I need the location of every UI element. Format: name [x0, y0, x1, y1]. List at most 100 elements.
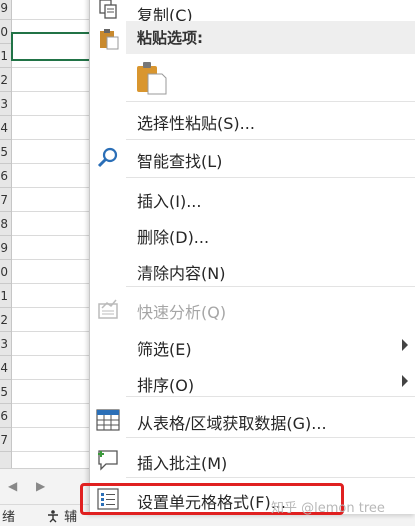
separator — [126, 286, 415, 287]
paste-icon — [137, 62, 167, 95]
menu-item-get-data-label: 从表格/区域获取数据(G)... — [137, 414, 327, 433]
submenu-arrow-icon — [402, 339, 408, 351]
row-header[interactable]: 8 — [0, 212, 11, 236]
quick-analysis-icon — [94, 295, 122, 323]
scroll-left-icon[interactable]: ◀ — [8, 479, 17, 493]
cell-row[interactable] — [12, 188, 92, 212]
cell-row[interactable] — [12, 356, 92, 380]
cell-row[interactable] — [12, 428, 92, 452]
menu-item-clear-contents[interactable]: 清除内容(N) — [90, 252, 415, 288]
row-header[interactable]: 6 — [0, 164, 11, 188]
paste-option-button[interactable] — [134, 60, 168, 96]
cell-row[interactable] — [12, 140, 92, 164]
separator — [126, 437, 415, 438]
active-cell[interactable] — [11, 32, 91, 61]
row-header-label: 0 — [0, 25, 8, 39]
row-header-label: 5 — [0, 145, 8, 159]
row-header[interactable]: 5 — [0, 380, 11, 404]
row-header[interactable]: 9 — [0, 236, 11, 260]
cell-row[interactable] — [12, 332, 92, 356]
menu-item-paste-special-label: 选择性粘贴(S)... — [137, 114, 255, 133]
cell-row[interactable] — [12, 380, 92, 404]
menu-item-smart-lookup[interactable]: 智能查找(L) — [90, 140, 415, 176]
cell-row[interactable] — [12, 236, 92, 260]
row-header[interactable]: 1 — [0, 284, 11, 308]
menu-item-quick-analysis-label: 快速分析(Q) — [137, 303, 227, 322]
row-header-label: 6 — [0, 169, 8, 183]
row-header-label: 2 — [0, 73, 8, 87]
row-header-label: 4 — [0, 121, 8, 135]
menu-item-filter-label: 筛选(E) — [137, 340, 192, 359]
menu-item-sort[interactable]: 排序(O) — [90, 364, 415, 400]
row-header-label: 1 — [0, 289, 8, 303]
cell-row[interactable] — [12, 116, 92, 140]
menu-item-clear-contents-label: 清除内容(N) — [137, 264, 226, 283]
cell-row[interactable] — [12, 404, 92, 428]
row-header[interactable]: 5 — [0, 140, 11, 164]
watermark: 知乎 @lemon tree — [271, 501, 385, 516]
row-headers: 9 0 1 2 3 4 5 6 7 8 9 0 1 2 3 4 5 6 7 — [0, 0, 12, 468]
cell-row[interactable] — [12, 68, 92, 92]
menu-item-sort-label: 排序(O) — [137, 376, 195, 395]
row-header[interactable]: 3 — [0, 92, 11, 116]
menu-item-quick-analysis: 快速分析(Q) — [90, 291, 415, 327]
row-header[interactable]: 2 — [0, 308, 11, 332]
accessibility-icon — [48, 510, 58, 523]
row-header-label: 9 — [0, 241, 8, 255]
clipboard-icon — [97, 27, 121, 55]
row-header-label: 7 — [0, 433, 8, 447]
search-icon — [94, 144, 122, 172]
row-header-label: 4 — [0, 361, 8, 375]
row-header[interactable]: 1 — [0, 44, 11, 68]
context-menu: 复制(C) 粘贴选项: 选择性粘贴(S)... 智能查找(L) 插入(I)...… — [89, 0, 415, 514]
row-header-label: 9 — [0, 1, 8, 15]
row-header[interactable]: 0 — [0, 260, 11, 284]
row-header-label: 3 — [0, 337, 8, 351]
menu-item-insert[interactable]: 插入(I)... — [90, 180, 415, 216]
copy-icon — [94, 0, 122, 26]
menu-item-insert-comment-label: 插入批注(M) — [137, 454, 228, 473]
submenu-arrow-icon — [402, 375, 408, 387]
paste-options-label: 粘贴选项: — [137, 29, 203, 47]
menu-item-insert-comment[interactable]: 插入批注(M) — [90, 442, 415, 478]
cell-row[interactable] — [12, 0, 92, 20]
row-header[interactable]: 4 — [0, 356, 11, 380]
cell-row[interactable] — [12, 260, 92, 284]
row-header[interactable]: 2 — [0, 68, 11, 92]
menu-item-paste-special[interactable]: 选择性粘贴(S)... — [90, 102, 415, 138]
menu-item-filter[interactable]: 筛选(E) — [90, 328, 415, 364]
row-header-label: 6 — [0, 409, 8, 423]
separator — [126, 396, 415, 397]
menu-item-delete-label: 删除(D)... — [137, 228, 210, 247]
scroll-right-icon[interactable]: ▶ — [36, 479, 45, 493]
row-header-label: 1 — [0, 49, 8, 63]
cell-row[interactable] — [12, 92, 92, 116]
cell-row[interactable] — [12, 308, 92, 332]
row-header[interactable]: 7 — [0, 428, 11, 452]
row-header[interactable]: 3 — [0, 332, 11, 356]
row-header-label: 5 — [0, 385, 8, 399]
row-header[interactable]: 0 — [0, 20, 11, 44]
comment-icon — [94, 446, 122, 474]
paste-options-header: 粘贴选项: — [126, 21, 415, 54]
row-header[interactable]: 4 — [0, 116, 11, 140]
cell-row[interactable] — [12, 212, 92, 236]
row-header-label: 0 — [0, 265, 8, 279]
row-header-label: 3 — [0, 97, 8, 111]
row-header[interactable]: 6 — [0, 404, 11, 428]
cell-grid — [12, 0, 92, 468]
row-header-label: 8 — [0, 217, 8, 231]
menu-item-insert-label: 插入(I)... — [137, 192, 202, 211]
row-header-label: 7 — [0, 193, 8, 207]
menu-item-delete[interactable]: 删除(D)... — [90, 216, 415, 252]
cell-row[interactable] — [12, 164, 92, 188]
separator — [126, 477, 415, 478]
row-header[interactable]: 9 — [0, 0, 11, 20]
status-ready-text: 绪 — [2, 510, 16, 525]
menu-item-get-data[interactable]: 从表格/区域获取数据(G)... — [90, 402, 415, 438]
row-header[interactable]: 7 — [0, 188, 11, 212]
cell-row[interactable] — [12, 284, 92, 308]
menu-item-smart-lookup-label: 智能查找(L) — [137, 152, 223, 171]
status-accessibility-text: 辅 — [46, 506, 77, 525]
status-accessibility-label: 辅 — [64, 510, 78, 525]
